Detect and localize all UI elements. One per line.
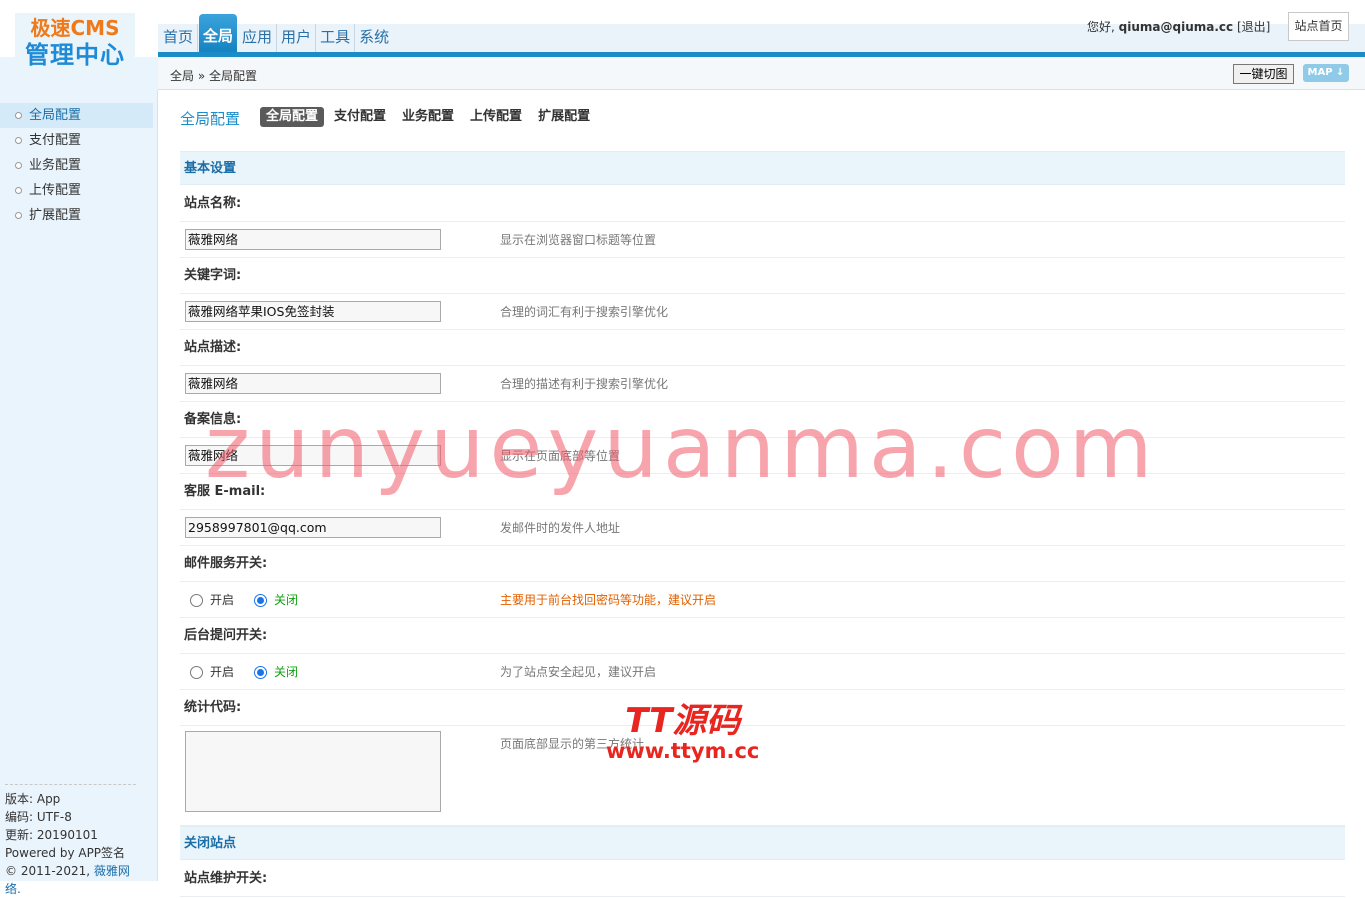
bullet-icon [15, 212, 22, 219]
mail-switch-row: 开启 关闭 主要用于前台找回密码等功能，建议开启 [180, 582, 1345, 618]
nav-apps[interactable]: 应用 [238, 24, 278, 52]
maintenance-switch-label: 站点维护开关: [180, 861, 1345, 897]
top-nav: 首页 全局 应用 用户 工具 系统 [159, 14, 393, 52]
admin-question-label: 后台提问开关: [180, 618, 1345, 654]
breadcrumb-bar: 全局 » 全局配置 一键切图 MAP ↓ [158, 57, 1365, 90]
sidebar-item-label: 扩展配置 [29, 208, 82, 223]
stats-code-label: 统计代码: [180, 690, 1345, 726]
sidebar-item-upload-config[interactable]: 上传配置 [0, 178, 153, 203]
admin-question-on-label: 开启 [210, 665, 235, 679]
admin-question-off-label: 关闭 [274, 665, 299, 679]
sidebar-item-business-config[interactable]: 业务配置 [0, 153, 153, 178]
description-row: 薇雅网络 合理的描述有利于搜索引擎优化 [180, 366, 1345, 402]
tab-business-config[interactable]: 业务配置 [396, 107, 460, 127]
sidebar-item-payment-config[interactable]: 支付配置 [0, 128, 153, 153]
keywords-input[interactable]: 薇雅网络苹果IOS免签封装 [185, 301, 441, 322]
description-label: 站点描述: [180, 330, 1345, 366]
section-close-site: 关闭站点 [180, 826, 1345, 860]
sidebar: 全局配置 支付配置 业务配置 上传配置 扩展配置 版本: App 编码: UTF… [0, 90, 158, 896]
description-input[interactable]: 薇雅网络 [185, 373, 441, 394]
icp-label: 备案信息: [180, 402, 1345, 438]
icp-hint: 显示在页面底部等位置 [500, 449, 621, 463]
sidebar-item-label: 上传配置 [29, 183, 82, 198]
map-button[interactable]: MAP ↓ [1303, 64, 1349, 82]
sidebar-item-label: 支付配置 [29, 133, 82, 148]
bullet-icon [15, 162, 22, 169]
powered-text: Powered by APP签名 [5, 846, 126, 860]
site-home-button[interactable]: 站点首页 [1288, 12, 1349, 41]
logo-line-2: 管理中心 [25, 41, 125, 69]
header: 极速CMS 管理中心 首页 全局 应用 用户 工具 系统 您好, qiuma@q… [0, 0, 1365, 73]
tab-payment-config[interactable]: 支付配置 [328, 107, 392, 127]
main-content: 全局配置 全局配置 支付配置 业务配置 上传配置 扩展配置 基本设置 站点名称:… [158, 91, 1365, 897]
icp-row: 薇雅网络 显示在页面底部等位置 [180, 438, 1345, 474]
bullet-icon [15, 112, 22, 119]
copyright-text: © 2011-2021, 薇雅网络. [5, 862, 136, 898]
tab-global-config[interactable]: 全局配置 [260, 107, 325, 127]
keywords-label: 关键字词: [180, 258, 1345, 294]
admin-question-on-radio[interactable] [190, 665, 203, 679]
keywords-hint: 合理的词汇有利于搜索引擎优化 [500, 305, 669, 319]
stats-code-row: 页面底部显示的第三方统计 [180, 726, 1345, 826]
updated-text: 更新: 20190101 [5, 828, 98, 842]
keywords-row: 薇雅网络苹果IOS免签封装 合理的词汇有利于搜索引擎优化 [180, 294, 1345, 330]
copyright-prefix: © 2011-2021, [5, 864, 94, 878]
user-name: qiuma@qiuma.cc [1118, 20, 1234, 34]
site-name-row: 薇雅网络 显示在浏览器窗口标题等位置 [180, 222, 1345, 258]
section-basic-settings: 基本设置 [180, 151, 1345, 185]
email-row: 2958997801@qq.com 发邮件时的发件人地址 [180, 510, 1345, 546]
stats-code-hint: 页面底部显示的第三方统计 [500, 737, 645, 751]
stats-code-textarea[interactable] [185, 731, 441, 812]
breadcrumb: 全局 » 全局配置 [170, 69, 257, 83]
sidebar-item-global-config[interactable]: 全局配置 [0, 103, 153, 128]
bullet-icon [15, 187, 22, 194]
sidebar-item-extend-config[interactable]: 扩展配置 [0, 203, 153, 228]
mail-switch-off-radio[interactable] [254, 593, 268, 607]
admin-question-hint: 为了站点安全起见，建议开启 [500, 665, 657, 679]
mail-switch-on-radio[interactable] [190, 593, 203, 607]
sidebar-menu: 全局配置 支付配置 业务配置 上传配置 扩展配置 [0, 103, 153, 228]
mail-switch-on-label: 开启 [210, 593, 235, 607]
site-name-input[interactable]: 薇雅网络 [185, 229, 441, 250]
tab-upload-config[interactable]: 上传配置 [464, 107, 528, 127]
nav-home[interactable]: 首页 [159, 24, 199, 52]
email-label: 客服 E-mail: [180, 474, 1345, 510]
nav-global[interactable]: 全局 [199, 14, 238, 52]
logo[interactable]: 极速CMS 管理中心 [15, 13, 135, 73]
email-hint: 发邮件时的发件人地址 [500, 521, 621, 535]
user-info: 您好, qiuma@qiuma.cc [退出] [1087, 18, 1270, 35]
tab-extend-config[interactable]: 扩展配置 [532, 107, 596, 127]
mail-switch-off-label: 关闭 [274, 593, 299, 607]
user-greeting: 您好, [1087, 20, 1115, 34]
nav-users[interactable]: 用户 [277, 24, 317, 52]
site-name-label: 站点名称: [180, 186, 1345, 222]
bullet-icon [15, 137, 22, 144]
email-input[interactable]: 2958997801@qq.com [185, 517, 441, 538]
icp-input[interactable]: 薇雅网络 [185, 445, 441, 466]
sidebar-item-label: 业务配置 [29, 158, 82, 173]
mail-switch-radios: 开启 关闭 [190, 582, 318, 618]
config-tabs: 全局配置 支付配置 业务配置 上传配置 扩展配置 [260, 107, 600, 127]
description-hint: 合理的描述有利于搜索引擎优化 [500, 377, 669, 391]
admin-question-off-radio[interactable] [254, 665, 268, 679]
version-text: 版本: App [5, 792, 61, 806]
mail-switch-label: 邮件服务开关: [180, 546, 1345, 582]
encoding-text: 编码: UTF-8 [5, 810, 72, 824]
mail-switch-hint: 主要用于前台找回密码等功能，建议开启 [500, 593, 717, 607]
sidebar-item-label: 全局配置 [29, 108, 82, 123]
page-title: 全局配置 [180, 110, 241, 128]
one-click-cut-button[interactable]: 一键切图 [1233, 64, 1294, 84]
logout-link[interactable]: [退出] [1237, 20, 1270, 34]
nav-tools[interactable]: 工具 [316, 24, 356, 52]
site-name-hint: 显示在浏览器窗口标题等位置 [500, 233, 657, 247]
admin-question-row: 开启 关闭 为了站点安全起见，建议开启 [180, 654, 1345, 690]
nav-system[interactable]: 系统 [355, 24, 393, 52]
admin-question-radios: 开启 关闭 [190, 654, 318, 690]
logo-line-1: 极速CMS [30, 16, 120, 40]
